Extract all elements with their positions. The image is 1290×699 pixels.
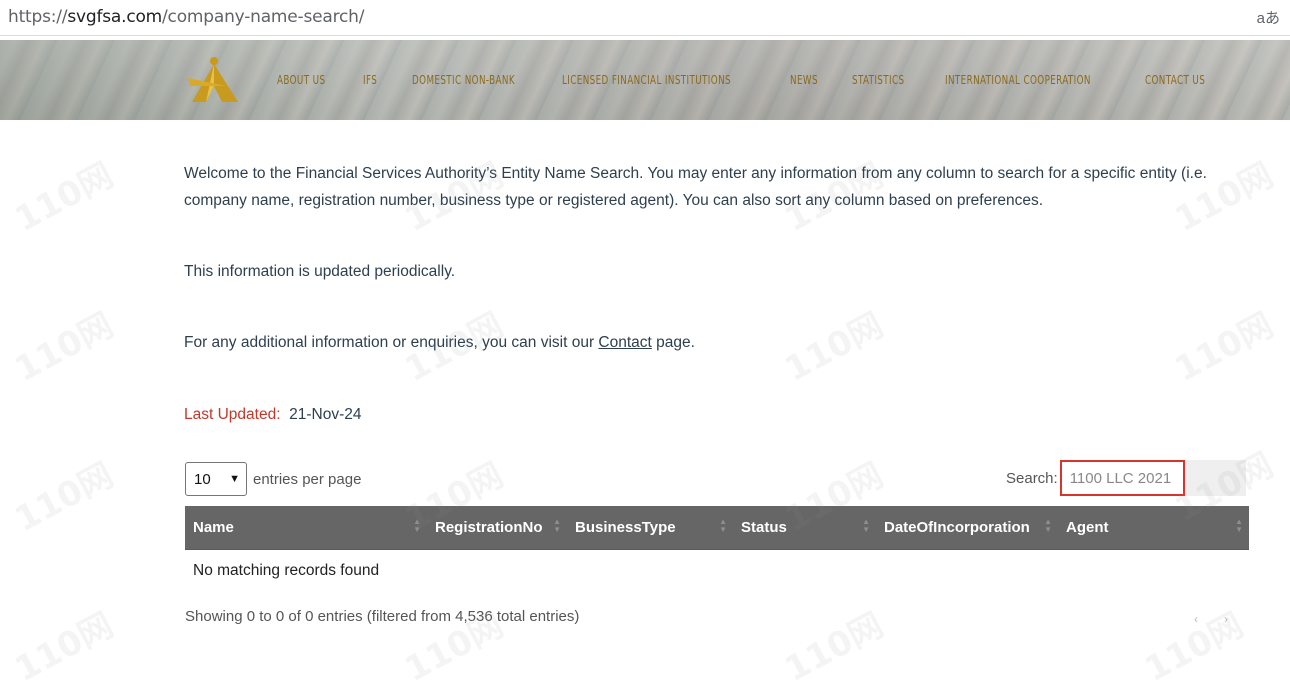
nav-about-us[interactable]: ABOUT US <box>277 72 325 87</box>
page-size-select[interactable]: 10 ▼ <box>185 462 247 496</box>
watermark: 110网 <box>778 605 890 690</box>
browser-address-bar[interactable]: https://svgfsa.com/company-name-search/ … <box>0 0 1290 36</box>
watermark: 110网 <box>1168 305 1280 390</box>
previous-page-button[interactable]: ‹ <box>1194 612 1198 626</box>
next-page-button[interactable]: › <box>1224 612 1228 626</box>
watermark: 110网 <box>8 305 120 390</box>
column-label: RegistrationNo <box>435 518 543 536</box>
sort-icon: ▲ ▼ <box>413 517 421 534</box>
column-header-agent[interactable]: Agent ▲ ▼ <box>1058 506 1249 550</box>
column-label: BusinessType <box>575 518 676 536</box>
enquiries-text: For any additional information or enquir… <box>184 329 695 356</box>
column-header-businesstype[interactable]: BusinessType ▲ ▼ <box>567 506 733 550</box>
last-updated-label: Last Updated: <box>184 406 281 423</box>
watermark: 110网 <box>1138 605 1250 690</box>
contact-link[interactable]: Contact <box>598 334 651 351</box>
sort-icon: ▲ ▼ <box>1235 517 1243 534</box>
enquiries-before: For any additional information or enquir… <box>184 334 599 351</box>
sort-icon: ▲ ▼ <box>553 517 561 534</box>
nav-ifs[interactable]: IFS <box>363 72 377 87</box>
column-label: Agent <box>1066 518 1109 536</box>
table-info: Showing 0 to 0 of 0 entries (filtered fr… <box>185 608 580 625</box>
url-host: svgfsa.com <box>67 7 163 27</box>
url-scheme: https:// <box>8 7 68 27</box>
column-header-dateofincorporation[interactable]: DateOfIncorporation ▲ ▼ <box>876 506 1058 550</box>
last-updated-value: 21-Nov-24 <box>289 406 362 423</box>
enquiries-after: page. <box>651 334 695 351</box>
empty-message: No matching records found <box>193 562 380 580</box>
updated-note: This information is updated periodically… <box>184 263 456 280</box>
translate-icon[interactable]: aあ <box>1257 7 1280 28</box>
watermark: 110网 <box>8 455 120 540</box>
watermark: 110网 <box>778 305 890 390</box>
column-header-registrationno[interactable]: RegistrationNo ▲ ▼ <box>427 506 567 550</box>
watermark: 110网 <box>8 605 120 690</box>
pagination: ‹ › <box>1194 612 1228 626</box>
search-box <box>1059 460 1246 496</box>
sort-icon: ▲ ▼ <box>719 517 727 534</box>
fsa-logo-icon[interactable] <box>186 56 242 106</box>
intro-text: Welcome to the Financial Services Author… <box>184 165 1207 209</box>
table-header-row: Name ▲ ▼ RegistrationNo ▲ ▼ BusinessType ▲ ▼ S… <box>185 506 1249 550</box>
nav-international-cooperation[interactable]: INTERNATIONAL COOPERATION <box>945 72 1091 87</box>
table-search: Search: <box>1006 460 1246 496</box>
url-text[interactable]: https://svgfsa.com/company-name-search/ <box>8 7 364 27</box>
column-header-status[interactable]: Status ▲ ▼ <box>733 506 876 550</box>
nav-domestic-non-bank[interactable]: DOMESTIC NON-BANK <box>412 72 515 87</box>
watermark: 110网 <box>8 155 120 240</box>
url-path: /company-name-search/ <box>162 7 365 27</box>
nav-contact-us[interactable]: CONTACT US <box>1145 72 1205 87</box>
sort-icon: ▲ ▼ <box>862 517 870 534</box>
nav-statistics[interactable]: STATISTICS <box>852 72 904 87</box>
table-row: No matching records found <box>185 549 1249 593</box>
column-label: DateOfIncorporation <box>884 518 1030 536</box>
last-updated: Last Updated: 21-Nov-24 <box>184 401 362 428</box>
nav-licensed-financial-institutions[interactable]: LICENSED FINANCIAL INSTITUTIONS <box>562 72 731 87</box>
search-input[interactable] <box>1059 460 1185 496</box>
site-header: ABOUT US IFS DOMESTIC NON-BANK LICENSED … <box>0 40 1290 120</box>
entries-per-page: 10 ▼ entries per page <box>185 462 361 496</box>
column-label: Status <box>741 518 787 536</box>
chevron-down-icon: ▼ <box>229 473 240 485</box>
search-label: Search: <box>1006 469 1058 487</box>
entries-label: entries per page <box>253 470 362 488</box>
column-header-name[interactable]: Name ▲ ▼ <box>185 506 427 550</box>
entity-table: Name ▲ ▼ RegistrationNo ▲ ▼ BusinessType ▲ ▼ S… <box>185 506 1249 593</box>
sort-icon: ▲ ▼ <box>1044 517 1052 534</box>
nav-news[interactable]: NEWS <box>790 72 818 87</box>
page-size-value: 10 <box>194 470 211 488</box>
column-label: Name <box>193 518 234 536</box>
